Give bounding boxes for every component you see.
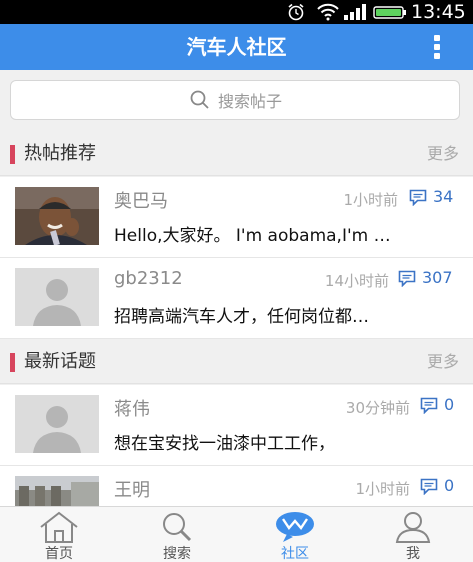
- comment-count: 307: [422, 268, 453, 287]
- section-title: 热帖推荐: [24, 143, 96, 164]
- tab-label: 我: [406, 546, 420, 562]
- post-time: 1小时前: [343, 191, 398, 209]
- comment-count: 0: [444, 476, 455, 495]
- overflow-menu-icon[interactable]: [428, 35, 446, 59]
- battery-icon: [373, 6, 406, 19]
- tab-label: 搜索: [163, 546, 191, 562]
- list-item[interactable]: 蒋伟 30分钟前 0 想在宝安找一油漆中工工作，: [0, 385, 473, 466]
- avatar: [15, 268, 99, 326]
- section-hot-posts: 热帖推荐 更多: [0, 132, 473, 176]
- tab-community[interactable]: 社区: [236, 507, 354, 562]
- user-icon: [395, 512, 431, 543]
- post-time: 14小时前: [324, 272, 389, 290]
- avatar: [15, 187, 99, 245]
- post-author: gb2312: [114, 268, 183, 289]
- post-summary: 招聘高端汽车人才，任何岗位都…: [114, 307, 369, 327]
- search-placeholder: 搜索帖子: [217, 92, 282, 111]
- wifi-icon: [317, 3, 339, 21]
- section-title: 最新话题: [24, 351, 96, 372]
- status-time: 13:45: [411, 1, 466, 23]
- alarm-icon: [288, 3, 304, 21]
- tab-label: 社区: [281, 546, 309, 562]
- tab-me[interactable]: 我: [354, 507, 472, 562]
- app-header: 汽车人社区: [0, 24, 473, 70]
- tab-label: 首页: [45, 546, 73, 562]
- post-author: 奥巴马: [114, 191, 168, 212]
- comment-icon: [420, 478, 438, 495]
- comment-count: 0: [444, 395, 455, 414]
- search-icon: [190, 90, 209, 109]
- more-link[interactable]: 更多: [427, 340, 459, 384]
- comment-count: 34: [433, 187, 454, 206]
- section-marker: [10, 145, 15, 164]
- post-summary: 想在宝安找一油漆中工工作，: [114, 434, 335, 454]
- post-author: 王明: [114, 480, 150, 501]
- list-item[interactable]: gb2312 14小时前 307 招聘高端汽车人才，任何岗位都…: [0, 258, 473, 339]
- search-area: 搜索帖子: [0, 70, 473, 132]
- community-icon: [276, 512, 314, 542]
- page-title: 汽车人社区: [186, 35, 287, 59]
- post-time: 1小时前: [355, 480, 410, 498]
- section-marker: [10, 353, 15, 372]
- comment-icon: [420, 397, 438, 414]
- comment-icon: [409, 189, 427, 206]
- home-icon: [40, 511, 78, 543]
- bottom-tab-bar: 首页 搜索 社区 我: [0, 506, 473, 562]
- post-time: 30分钟前: [345, 399, 410, 417]
- tab-search[interactable]: 搜索: [118, 507, 236, 562]
- search-icon: [163, 513, 192, 542]
- post-author: 蒋伟: [114, 399, 150, 420]
- avatar: [15, 395, 99, 453]
- post-summary: Hello,大家好。 I'm aobama,I'm …: [114, 226, 391, 246]
- list-item[interactable]: 奥巴马 1小时前 34 Hello,大家好。 I'm aobama,I'm …: [0, 177, 473, 258]
- comment-icon: [398, 270, 416, 287]
- tab-home[interactable]: 首页: [0, 507, 118, 562]
- section-latest-topics: 最新话题 更多: [0, 340, 473, 384]
- status-bar: 13:45: [0, 0, 473, 24]
- more-link[interactable]: 更多: [427, 132, 459, 176]
- signal-icon: [344, 4, 366, 20]
- search-input[interactable]: 搜索帖子: [10, 80, 460, 120]
